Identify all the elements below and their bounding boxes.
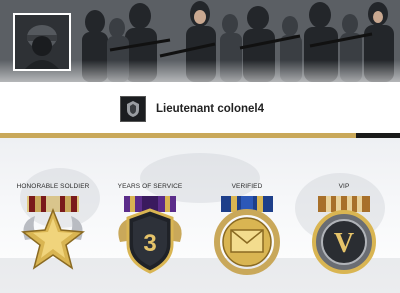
- gold-star-medal-icon: [21, 196, 85, 270]
- medal-label: YEARS OF SERVICE: [117, 183, 183, 190]
- v-letter-medal-icon: V: [312, 196, 376, 274]
- rank-insignia-icon: [120, 96, 146, 122]
- medal-label: VERIFIED: [231, 183, 263, 190]
- medal-letter-v: V: [334, 228, 354, 259]
- profile-banner: [0, 0, 400, 82]
- medal-label: VIP: [338, 183, 350, 190]
- medal-vip[interactable]: VIP V: [296, 182, 392, 278]
- envelope-medal-icon: [214, 196, 280, 275]
- medal-label: HONORABLE SOLDIER: [16, 183, 90, 190]
- medal-years-of-service[interactable]: YEARS OF SERVICE 3: [102, 182, 198, 278]
- rank-name: Lieutenant colonel4: [156, 103, 264, 115]
- soldier-avatar-icon: [15, 15, 69, 69]
- medal-number-3: 3: [143, 230, 156, 257]
- rank-row: Lieutenant colonel4: [120, 96, 264, 122]
- number-3-shield-medal-icon: 3: [118, 196, 182, 274]
- avatar[interactable]: [13, 13, 71, 71]
- medal-honorable-soldier[interactable]: HONORABLE SOLDIER: [5, 182, 101, 278]
- medal-verified[interactable]: VERIFIED: [199, 182, 295, 278]
